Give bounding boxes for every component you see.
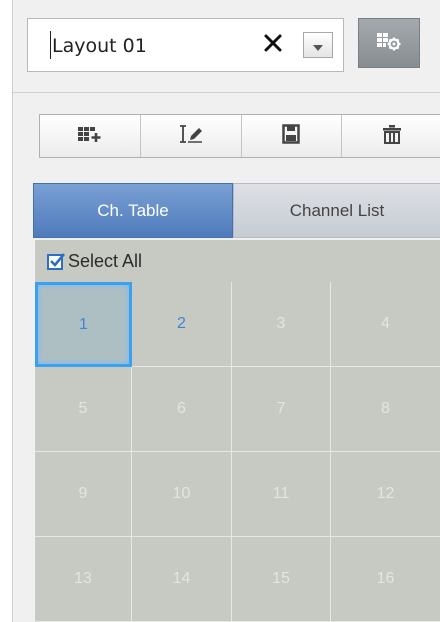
channel-cell[interactable]: 9 — [35, 452, 132, 537]
select-all-label: Select All — [68, 250, 143, 271]
tab-channel-list[interactable]: Channel List — [233, 183, 440, 238]
add-layout-icon — [77, 125, 103, 147]
channel-cell[interactable]: 14 — [132, 537, 232, 622]
layout-settings-icon — [376, 31, 402, 55]
channel-grid: 1 2 3 4 5 6 7 8 9 10 11 12 13 14 15 16 — [35, 282, 440, 622]
rename-layout-button[interactable] — [140, 115, 242, 157]
select-all-checkbox[interactable]: Select All — [35, 240, 440, 282]
channel-cell[interactable]: 12 — [331, 452, 440, 537]
clear-button[interactable] — [260, 31, 286, 59]
channel-cell[interactable]: 16 — [331, 537, 440, 622]
layout-panel: Layout 01 Ch. Table Channel List Select … — [12, 0, 440, 622]
channel-cell[interactable]: 10 — [132, 452, 232, 537]
checkbox-checked-icon — [47, 252, 65, 270]
channel-cell[interactable]: 4 — [331, 282, 440, 367]
layout-selector[interactable]: Layout 01 — [27, 18, 344, 72]
channel-cell[interactable]: 3 — [232, 282, 331, 367]
rename-icon — [178, 124, 204, 148]
channel-cell[interactable]: 11 — [232, 452, 331, 537]
channel-cell[interactable]: 8 — [331, 367, 440, 452]
close-icon — [263, 33, 283, 57]
layout-header: Layout 01 — [13, 0, 440, 92]
channel-cell[interactable]: 6 — [132, 367, 232, 452]
channel-cell[interactable]: 7 — [232, 367, 331, 452]
view-tabs: Ch. Table Channel List — [33, 183, 440, 238]
delete-layout-button[interactable] — [342, 115, 440, 157]
add-layout-button[interactable] — [40, 115, 141, 157]
layout-name-input[interactable]: Layout 01 — [52, 35, 147, 57]
channel-cell[interactable]: 2 — [132, 282, 232, 367]
save-icon — [282, 124, 301, 148]
text-cursor — [50, 31, 51, 59]
channel-cell[interactable]: 15 — [232, 537, 331, 622]
divider — [13, 92, 440, 93]
channel-cell[interactable]: 5 — [35, 367, 132, 452]
trash-icon — [382, 124, 402, 148]
layout-settings-button[interactable] — [358, 18, 420, 68]
layout-dropdown-button[interactable] — [303, 32, 333, 58]
channel-cell[interactable]: 13 — [35, 537, 132, 622]
chevron-down-icon — [313, 36, 323, 55]
layout-toolbar — [39, 114, 440, 158]
channel-cell[interactable]: 1 — [35, 282, 132, 367]
tab-ch-table[interactable]: Ch. Table — [33, 183, 233, 238]
save-layout-button[interactable] — [241, 115, 343, 157]
